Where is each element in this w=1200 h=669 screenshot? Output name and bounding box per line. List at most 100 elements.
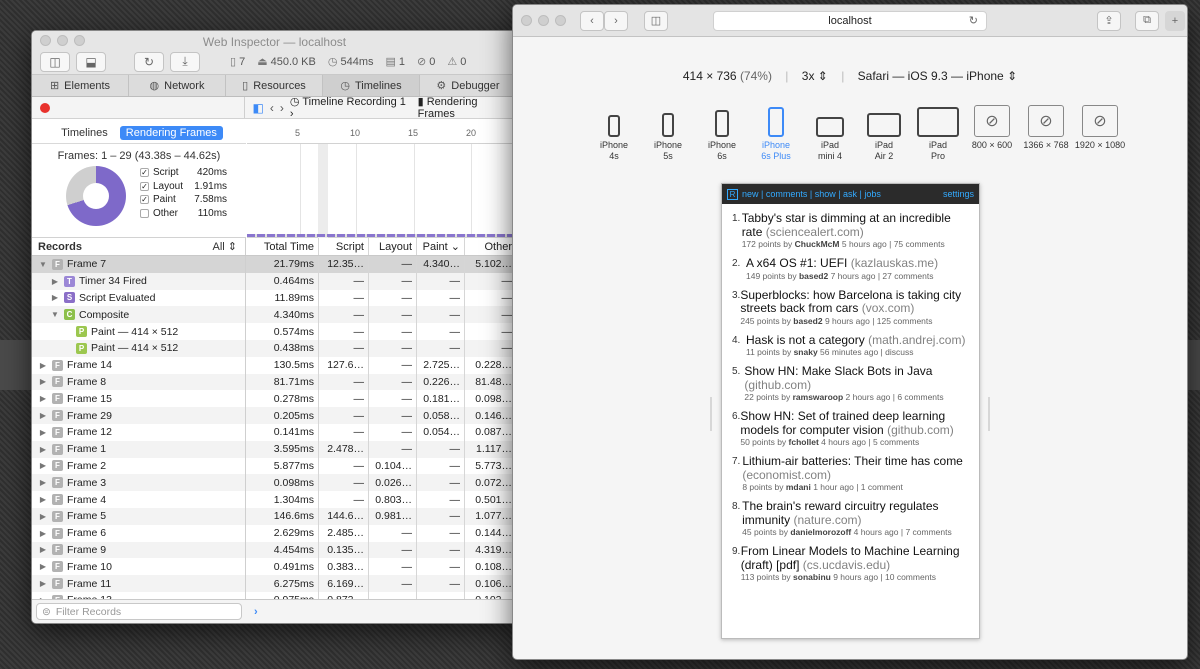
load-time[interactable]: ◷ 544ms xyxy=(328,55,374,69)
disclosure-triangle-icon[interactable]: ▶ xyxy=(38,411,48,420)
sidebar-toggle-icon[interactable]: ◧ xyxy=(253,101,264,115)
table-row[interactable]: ▶ F Frame 10 0.491ms 0.383… — —0.108… xyxy=(32,558,517,576)
forward-icon[interactable]: › xyxy=(280,101,284,115)
record-button[interactable] xyxy=(40,103,50,113)
story-domain[interactable]: (sciencealert.com) xyxy=(766,225,864,239)
disclosure-triangle-icon[interactable]: ▼ xyxy=(50,310,60,319)
frames-graph[interactable] xyxy=(247,144,517,238)
selected-frame-bar[interactable] xyxy=(318,144,328,238)
device-preset[interactable]: iPad mini 4 xyxy=(803,105,857,162)
table-row[interactable]: ▶ F Frame 6 2.629ms 2.485… — —0.144… xyxy=(32,524,517,542)
disclosure-triangle-icon[interactable]: ▼ xyxy=(38,260,48,269)
back-icon[interactable]: ‹ xyxy=(270,101,274,115)
story-user-link[interactable]: danielmorozoff xyxy=(790,527,851,537)
disclosure-triangle-icon[interactable]: ▶ xyxy=(38,478,48,487)
col-layout[interactable]: Layout xyxy=(369,238,417,255)
device-preset[interactable]: iPhone 4s xyxy=(587,105,641,162)
error-count[interactable]: ⊘ 0 xyxy=(417,55,435,69)
log-count[interactable]: ▤ 1 xyxy=(386,55,406,69)
forward-button[interactable]: › xyxy=(604,10,628,31)
story-title-link[interactable]: Superblocks: how Barcelona is taking cit… xyxy=(740,288,961,316)
hn-logo[interactable]: R xyxy=(727,188,738,200)
filter-records-input[interactable]: ⊜ Filter Records xyxy=(36,603,242,620)
checkbox[interactable]: ✓ xyxy=(140,181,149,191)
disclosure-triangle-icon[interactable]: ▶ xyxy=(38,394,48,403)
table-row[interactable]: ▶ F Frame 11 6.275ms 6.169… — —0.106… xyxy=(32,575,517,592)
story-domain[interactable]: (kazlauskas.me) xyxy=(851,256,938,270)
tab-resources[interactable]: ▯ Resources xyxy=(226,75,323,96)
story-user-link[interactable]: snaky xyxy=(794,347,818,357)
segment-timelines[interactable]: Timelines xyxy=(55,126,114,140)
download-icon[interactable]: ⤓ xyxy=(170,51,200,72)
checkbox[interactable]: ✓ xyxy=(140,168,149,178)
device-preset[interactable]: iPad Pro xyxy=(911,105,965,162)
story-domain[interactable]: (vox.com) xyxy=(862,301,915,315)
story-domain[interactable]: (github.com) xyxy=(887,423,954,437)
table-row[interactable]: ▶ F Frame 2 5.877ms —0.104… —5.773… xyxy=(32,457,517,475)
story-domain[interactable]: (nature.com) xyxy=(793,513,861,527)
disclosure-triangle-icon[interactable]: ▶ xyxy=(38,579,48,588)
disclosure-triangle-icon[interactable]: ▶ xyxy=(38,512,48,521)
legend-layout[interactable]: ✓ Layout 1.91ms xyxy=(140,180,227,194)
table-row[interactable]: ▶ F Frame 12 0.141ms — —0.054… 0.087… xyxy=(32,423,517,441)
new-tab-icon[interactable]: + xyxy=(1165,10,1185,31)
story-user-link[interactable]: ramswaroop xyxy=(793,392,844,402)
sidebar-icon[interactable]: ◫ xyxy=(644,10,668,31)
filter-all-dropdown[interactable]: All ⇕ xyxy=(212,240,237,253)
warning-count[interactable]: ⚠ 0 xyxy=(447,55,466,69)
device-preset[interactable]: iPad Air 2 xyxy=(857,105,911,162)
pixel-ratio-select[interactable]: 3x ⇕ xyxy=(802,69,828,83)
disclosure-triangle-icon[interactable]: ▶ xyxy=(38,377,48,386)
resize-handle-left[interactable] xyxy=(710,397,712,431)
device-preset[interactable]: ⊘ 1920 × 1080 xyxy=(1073,105,1127,162)
story-title-link[interactable]: A x64 OS #1: UEFI xyxy=(746,256,847,270)
story-domain[interactable]: (github.com) xyxy=(744,378,811,392)
device-preset[interactable]: iPhone 5s xyxy=(641,105,695,162)
col-paint[interactable]: Paint ⌄ xyxy=(417,238,465,255)
disclosure-triangle-icon[interactable]: ▶ xyxy=(38,445,48,454)
checkbox[interactable]: ✓ xyxy=(140,195,149,205)
back-button[interactable]: ‹ xyxy=(580,10,604,31)
story-domain[interactable]: (math.andrej.com) xyxy=(868,333,965,347)
story-user-link[interactable]: based2 xyxy=(793,316,822,326)
disclosure-triangle-icon[interactable]: ▶ xyxy=(38,428,48,437)
minimize-button[interactable] xyxy=(538,15,549,26)
address-bar[interactable]: localhost ↻ xyxy=(713,11,987,31)
hn-nav[interactable]: new | comments | show | ask | jobs xyxy=(742,189,881,199)
table-row[interactable]: ▶ F Frame 14 130.5ms 127.6… —2.725… 0.228… xyxy=(32,356,517,374)
story-user-link[interactable]: mdani xyxy=(786,482,811,492)
resize-handle-right[interactable] xyxy=(988,397,990,431)
table-row[interactable]: ▶ F Frame 9 4.454ms 0.135… — —4.319… xyxy=(32,541,517,559)
reload-icon[interactable]: ↻ xyxy=(134,51,164,72)
col-total-time[interactable]: Total Time xyxy=(246,238,319,255)
disclosure-triangle-icon[interactable]: ▶ xyxy=(38,461,48,470)
disclosure-triangle-icon[interactable]: ▶ xyxy=(38,529,48,538)
tabs-icon[interactable]: ⧉ xyxy=(1135,10,1159,31)
close-button[interactable] xyxy=(521,15,532,26)
table-row[interactable]: ▼ F Frame 7 21.79ms 12.35… —4.340… 5.102… xyxy=(32,256,517,273)
device-preset[interactable]: iPhone 6s Plus xyxy=(749,105,803,162)
table-row[interactable]: ▶ F Frame 29 0.205ms — —0.058… 0.146… xyxy=(32,407,517,424)
tab-elements[interactable]: ⊞ Elements xyxy=(32,75,129,96)
col-script[interactable]: Script xyxy=(319,238,369,255)
story-user-link[interactable]: sonabinu xyxy=(793,572,831,582)
share-icon[interactable]: ⇪ xyxy=(1097,10,1121,31)
story-title-link[interactable]: Hask is not a category xyxy=(746,333,865,347)
breadcrumb-frames[interactable]: ▮ Rendering Frames xyxy=(418,95,517,120)
segment-rendering-frames[interactable]: Rendering Frames xyxy=(119,125,223,140)
disclosure-triangle-icon[interactable]: ▶ xyxy=(50,293,60,302)
story-user-link[interactable]: ChuckMcM xyxy=(795,239,840,249)
table-row[interactable]: ▶ T Timer 34 Fired 0.464ms — — — — xyxy=(32,272,517,290)
device-preset[interactable]: ⊘ 1366 × 768 xyxy=(1019,105,1073,162)
story-domain[interactable]: (cs.ucdavis.edu) xyxy=(803,558,890,572)
table-row[interactable]: P Paint — 414 × 512 0.574ms — — — — xyxy=(32,323,517,340)
table-row[interactable]: ▶ F Frame 5 146.6ms 144.6… 0.981… —1.077… xyxy=(32,507,517,525)
disclosure-triangle-icon[interactable]: ▶ xyxy=(50,277,60,286)
table-row[interactable]: ▶ F Frame 1 3.595ms 2.478… — —1.117… xyxy=(32,440,517,458)
story-user-link[interactable]: based2 xyxy=(799,271,828,281)
table-row[interactable]: ▶ S Script Evaluated 11.89ms — — — — xyxy=(32,289,517,307)
disclosure-triangle-icon[interactable]: ▶ xyxy=(38,495,48,504)
transfer-size[interactable]: ⏏ 450.0 KB xyxy=(257,55,316,69)
table-row[interactable]: ▶ F Frame 4 1.304ms —0.803… —0.501… xyxy=(32,491,517,508)
dock-side-icon[interactable]: ◫ xyxy=(40,51,70,72)
